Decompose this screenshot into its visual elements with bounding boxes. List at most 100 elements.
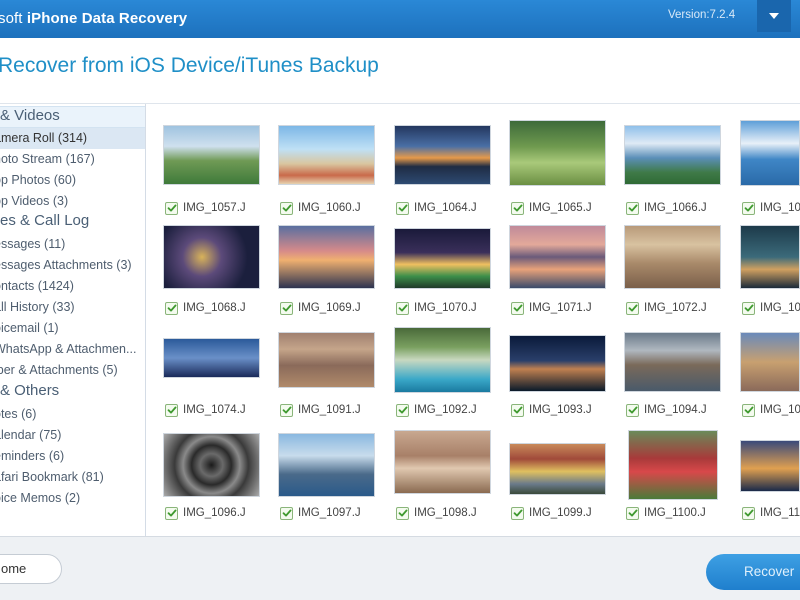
photo-checkbox[interactable] (280, 403, 293, 417)
photo-thumbnail[interactable] (740, 440, 800, 492)
photo-checkbox[interactable] (165, 201, 178, 215)
photo-checkbox[interactable] (742, 506, 755, 520)
photo-checkbox[interactable] (511, 201, 524, 215)
sidebar-item[interactable]: eminders (6) (0, 446, 64, 467)
sidebar-item[interactable]: all History (33) (0, 297, 75, 318)
home-button[interactable]: ome (0, 554, 62, 584)
photo-thumbnail[interactable] (509, 335, 606, 392)
photo-thumbnail[interactable] (740, 332, 800, 392)
photo-thumbnail[interactable] (278, 125, 375, 185)
photo-item[interactable]: IMG_11 (740, 430, 800, 526)
sidebar-item[interactable]: ontacts (1424) (0, 276, 74, 297)
photo-item[interactable]: IMG_1057.J (163, 125, 279, 221)
photo-checkbox[interactable] (626, 301, 639, 315)
sidebar-category[interactable]: & Others (0, 382, 145, 402)
photo-thumbnail[interactable] (394, 430, 491, 494)
sidebar-item[interactable]: alendar (75) (0, 425, 61, 446)
photo-item[interactable]: IMG_1074.J (163, 327, 279, 423)
photo-item[interactable]: IMG_1069.J (278, 225, 394, 321)
photo-thumbnail[interactable] (278, 332, 375, 388)
photo-item[interactable]: IMG_1072.J (624, 225, 740, 321)
photo-thumbnail[interactable] (163, 338, 260, 378)
photo-thumbnail[interactable] (624, 225, 721, 289)
sidebar-item[interactable]: essages Attachments (3) (0, 255, 132, 276)
photo-checkbox[interactable] (626, 506, 639, 520)
sidebar-item[interactable]: afari Bookmark (81) (0, 467, 104, 488)
photo-thumbnail[interactable] (163, 125, 260, 185)
photo-thumbnail[interactable] (278, 225, 375, 289)
photo-thumbnail[interactable] (740, 120, 800, 186)
photo-checkbox[interactable] (511, 301, 524, 315)
photo-checkbox[interactable] (396, 301, 409, 315)
photo-item[interactable]: IMG_1100.J (624, 430, 740, 526)
photo-checkbox[interactable] (626, 403, 639, 417)
sidebar-item[interactable]: iber & Attachments (5) (0, 360, 118, 381)
photo-thumbnail[interactable] (394, 327, 491, 393)
sidebar-item[interactable]: WhatsApp & Attachmen... (0, 339, 136, 360)
photo-thumbnail[interactable] (163, 433, 260, 497)
photo-checkbox[interactable] (165, 301, 178, 315)
photo-item[interactable]: IMG_1096.J (163, 430, 279, 526)
recover-button[interactable]: Recover (706, 554, 800, 590)
photo-item[interactable]: IMG_10 (740, 120, 800, 221)
photo-checkbox[interactable] (165, 403, 178, 417)
photo-item[interactable]: IMG_1065.J (509, 120, 625, 221)
photo-item[interactable]: IMG_10 (740, 327, 800, 423)
photo-thumbnail[interactable] (740, 225, 800, 289)
photo-item[interactable]: IMG_1093.J (509, 327, 625, 423)
photo-item[interactable]: IMG_1097.J (278, 430, 394, 526)
photo-thumbnail[interactable] (278, 433, 375, 497)
photo-thumbnail[interactable] (509, 443, 606, 495)
photo-checkbox[interactable] (165, 506, 178, 520)
menu-button[interactable] (757, 0, 791, 32)
photo-thumbnail[interactable] (509, 120, 606, 186)
photo-checkbox[interactable] (742, 201, 755, 215)
sidebar-item[interactable]: pp Videos (3) (0, 191, 68, 212)
sidebar-category[interactable]: & Videos (0, 106, 145, 128)
check-icon (513, 509, 522, 517)
photo-item[interactable]: IMG_1068.J (163, 225, 279, 321)
sidebar-item[interactable]: essages (11) (0, 234, 65, 255)
photo-thumbnail[interactable] (163, 225, 260, 289)
photo-thumbnail[interactable] (624, 332, 721, 392)
photo-checkbox[interactable] (511, 403, 524, 417)
photo-item[interactable]: IMG_1099.J (509, 430, 625, 526)
photo-checkbox[interactable] (280, 201, 293, 215)
sidebar-item[interactable]: otes (6) (0, 404, 36, 425)
check-icon (398, 406, 407, 414)
photo-checkbox[interactable] (742, 403, 755, 417)
photo-checkbox[interactable] (280, 301, 293, 315)
photo-item[interactable]: IMG_1066.J (624, 125, 740, 221)
photo-thumbnail[interactable] (628, 430, 718, 500)
photo-caption: IMG_1060.J (280, 200, 400, 216)
photo-thumbnail[interactable] (394, 228, 491, 289)
photo-item[interactable]: IMG_1070.J (394, 225, 510, 321)
photo-checkbox[interactable] (511, 506, 524, 520)
photo-caption: IMG_1096.J (165, 505, 285, 521)
photo-item[interactable]: IMG_10 (740, 225, 800, 321)
sidebar-item[interactable]: oice Memos (2) (0, 488, 80, 509)
photo-thumbnail[interactable] (624, 125, 721, 185)
sidebar-item[interactable]: amera Roll (314) (0, 128, 145, 149)
photo-item[interactable]: IMG_1092.J (394, 327, 510, 423)
photo-filename: IMG_1072.J (644, 302, 707, 314)
sidebar-item[interactable]: hoto Stream (167) (0, 149, 95, 170)
photo-item[interactable]: IMG_1071.J (509, 225, 625, 321)
sidebar-item[interactable]: pp Photos (60) (0, 170, 76, 191)
sidebar-category[interactable]: es & Call Log (0, 212, 145, 232)
photo-checkbox[interactable] (626, 201, 639, 215)
photo-item[interactable]: IMG_1060.J (278, 125, 394, 221)
sidebar-item[interactable]: oicemail (1) (0, 318, 59, 339)
photo-checkbox[interactable] (396, 201, 409, 215)
photo-item[interactable]: IMG_1098.J (394, 430, 510, 526)
photo-item[interactable]: IMG_1094.J (624, 327, 740, 423)
photo-checkbox[interactable] (742, 301, 755, 315)
photo-checkbox[interactable] (396, 403, 409, 417)
photo-checkbox[interactable] (280, 506, 293, 520)
photo-item[interactable]: IMG_1091.J (278, 327, 394, 423)
photo-thumbnail[interactable] (394, 125, 491, 185)
sidebar-item-label: essages (11) (0, 237, 66, 251)
photo-thumbnail[interactable] (509, 225, 606, 289)
photo-checkbox[interactable] (396, 506, 409, 520)
photo-item[interactable]: IMG_1064.J (394, 125, 510, 221)
